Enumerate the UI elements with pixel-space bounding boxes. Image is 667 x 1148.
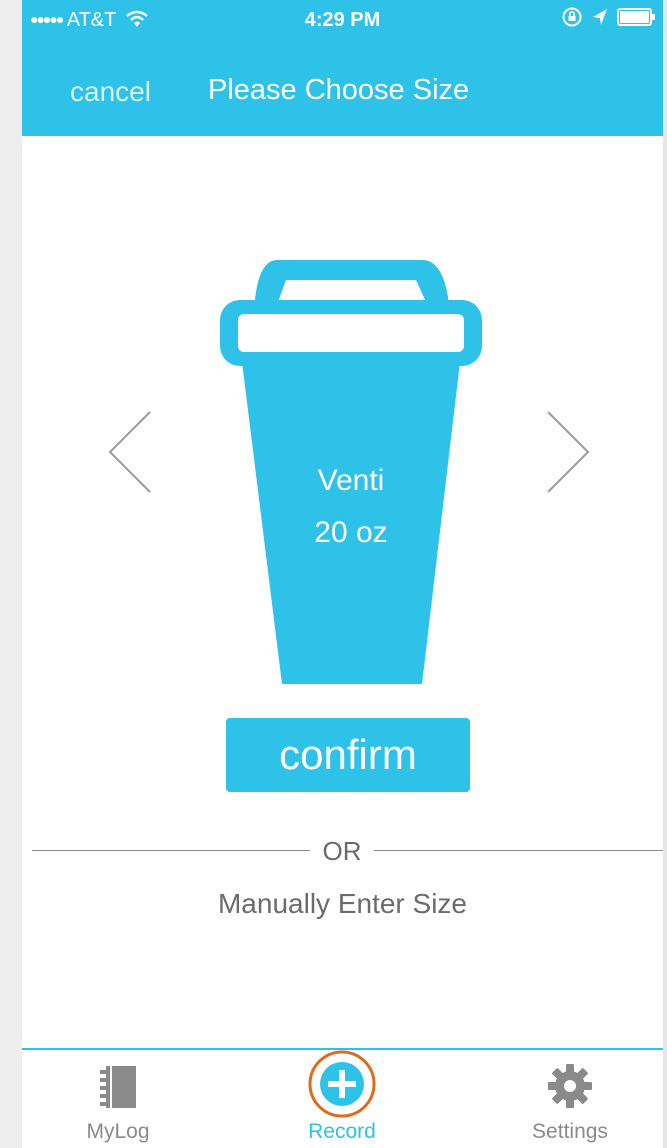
confirm-button[interactable]: confirm xyxy=(226,718,470,792)
or-divider: OR xyxy=(22,836,663,866)
manual-entry-link[interactable]: Manually Enter Size xyxy=(22,888,663,920)
device-edge-right xyxy=(663,0,667,1148)
chevron-right-icon xyxy=(547,411,590,493)
tab-label: Record xyxy=(308,1120,376,1143)
device-edge xyxy=(0,0,22,1148)
cup-size-ounces: 20 oz xyxy=(314,516,388,549)
page-title: Please Choose Size xyxy=(208,74,470,106)
tab-settings[interactable]: Settings xyxy=(490,1050,650,1148)
battery-icon xyxy=(617,8,655,26)
add-circle-icon xyxy=(308,1050,376,1118)
tab-bar: MyLog Record Settings xyxy=(22,1048,663,1148)
nav-bar: cancel Please Choose Size xyxy=(22,56,663,128)
cancel-button[interactable]: cancel xyxy=(70,76,151,108)
or-label: OR xyxy=(322,836,362,866)
location-icon xyxy=(593,9,607,25)
status-icons xyxy=(561,6,657,28)
app-screen: ●●●●● AT&T 4:29 PM cancel Please Choose … xyxy=(22,0,663,1148)
notebook-icon xyxy=(100,1066,136,1108)
tab-record[interactable]: Record xyxy=(262,1050,422,1148)
tab-mylog[interactable]: MyLog xyxy=(38,1050,198,1148)
chevron-left-icon xyxy=(108,411,151,493)
previous-size-button[interactable] xyxy=(106,410,156,499)
gear-icon xyxy=(548,1064,592,1108)
cup-size-name: Venti xyxy=(317,464,385,497)
status-bar: ●●●●● AT&T 4:29 PM xyxy=(22,0,663,40)
header: ●●●●● AT&T 4:29 PM cancel Please Choose … xyxy=(22,0,663,136)
tab-label: MyLog xyxy=(86,1120,150,1143)
tab-label: Settings xyxy=(532,1120,608,1143)
divider-line xyxy=(374,850,663,851)
divider-line xyxy=(32,850,310,851)
cup-size-selector[interactable]: Venti 20 oz xyxy=(220,258,482,686)
next-size-button[interactable] xyxy=(542,410,592,499)
orientation-lock-icon xyxy=(562,7,582,27)
